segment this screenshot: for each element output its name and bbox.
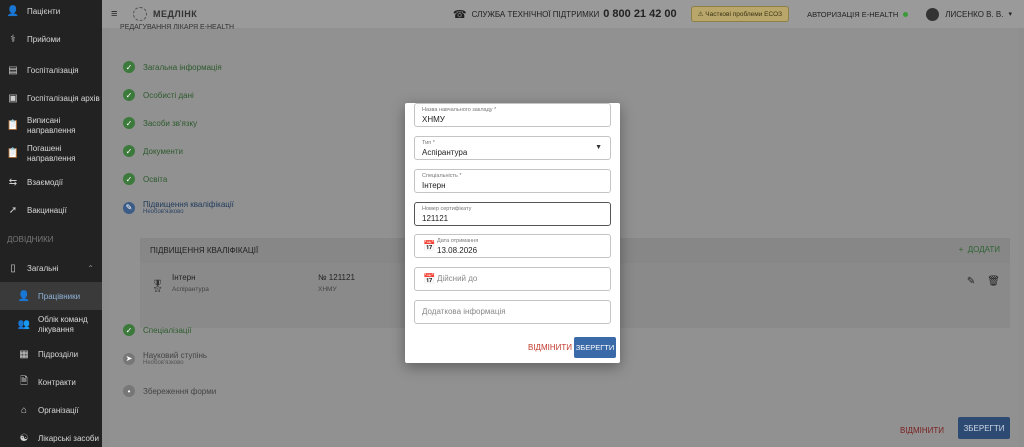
worker-icon: 👤 — [17, 290, 31, 302]
user-icon: 👤 — [6, 5, 20, 17]
save-button[interactable]: ЗБЕРЕГТИ — [958, 417, 1010, 439]
chevron-up-icon: ⌃ — [87, 263, 94, 273]
menu-toggle-icon[interactable]: ≡ — [111, 8, 125, 20]
archive-icon: ▣ — [8, 92, 18, 104]
speciality-field[interactable]: Спеціальність * Інтерн — [414, 169, 611, 193]
calendar-icon: 📅 — [423, 274, 436, 285]
valid-until-field[interactable]: 📅 Дійсний до — [414, 267, 611, 291]
document-icon: 🗎 — [19, 375, 29, 387]
issue-date-field[interactable]: 📅 Дата отримання 13.08.2026 — [414, 234, 611, 258]
team-icon: 👥 — [17, 319, 31, 330]
step-qualification[interactable]: ✎ Підвищення кваліфікації Необов'язково — [123, 200, 234, 215]
delete-icon[interactable]: 🗑 — [987, 276, 1000, 287]
sidebar-item-organizations[interactable]: ⌂ Організації — [0, 396, 102, 424]
sidebar-item-appointments[interactable]: ⚕ Прийоми — [0, 22, 102, 56]
dialog-save-button[interactable]: ЗБЕРЕГТИ — [574, 337, 616, 358]
sidebar-item-hospitalization[interactable]: ▤ Госпіталізація — [0, 56, 102, 84]
pointer-icon: ➤ — [123, 352, 135, 365]
bed-icon: ▤ — [8, 64, 18, 76]
brand-logo[interactable]: МЕДЛІНК — [133, 7, 197, 21]
add-qualification-button[interactable]: + ДОДАТИ — [959, 245, 1000, 254]
medal-icon: 🎖 — [150, 279, 166, 293]
form-actions: ВІДМІНИТИ ЗБЕРЕГТИ — [110, 417, 1018, 447]
institution-field[interactable]: Назва навчального закладу * ХНМУ — [414, 103, 611, 127]
sidebar-section-label: ДОВІДНИКИ — [7, 234, 54, 244]
clipboard-icon: 📋 — [6, 120, 20, 131]
sidebar-item-patients[interactable]: 👤 Пацієнти — [0, 0, 102, 22]
sidebar-item-contracts[interactable]: 🗎 Контракти — [0, 368, 102, 396]
step-education[interactable]: ✓ Освіта — [123, 173, 167, 185]
pills-icon: ☯ — [19, 432, 29, 444]
sidebar-group-general[interactable]: ▯ Загальні ⌃ — [0, 254, 102, 282]
status-badge[interactable]: ⚠ Часткові проблеми ЕСОЗ — [690, 6, 790, 22]
edit-icon[interactable]: ✎ — [967, 276, 975, 287]
plus-icon: + — [958, 245, 964, 254]
step-contacts[interactable]: ✓ Засоби зв'язку — [123, 117, 197, 129]
dialog-cancel-button[interactable]: ВІДМІНИТИ — [528, 343, 572, 352]
step-personal-data[interactable]: ✓ Особисті дані — [123, 89, 194, 101]
sidebar-item-hospitalization-archive[interactable]: ▣ Госпіталізація архів — [0, 84, 102, 112]
check-icon: ✓ — [123, 89, 135, 101]
certificate-number-field[interactable]: Номер сертифікату 121121 — [414, 202, 611, 226]
phone-icon: ☎ — [452, 8, 467, 21]
step-specializations[interactable]: ✓ Спеціалізації — [123, 324, 192, 336]
syringe-icon: ➚ — [8, 204, 18, 216]
check-icon: ✓ — [123, 173, 135, 185]
pending-icon: • — [123, 385, 135, 397]
check-icon: ✓ — [123, 324, 135, 336]
check-icon: ✓ — [123, 61, 135, 73]
avatar — [926, 7, 940, 21]
sidebar-item-departments[interactable]: ▦ Підрозділи — [0, 340, 102, 368]
calendar-icon: 📅 — [423, 241, 436, 252]
sidebar-item-employees[interactable]: 👤 Працівники — [0, 282, 102, 310]
logo-mark-icon — [133, 7, 147, 21]
sidebar-item-redeemed-referrals[interactable]: 📋 Погашені направлення — [0, 140, 102, 168]
support-phone: ☎ СЛУЖБА ТЕХНІЧНОЇ ПІДТРИМКИ 0 800 21 42… — [452, 8, 677, 21]
sidebar: 👤 Пацієнти ⚕ Прийоми ▤ Госпіталізація ▣ … — [0, 0, 102, 447]
sidebar-item-vaccinations[interactable]: ➚ Вакцинації — [0, 196, 102, 224]
ehealth-auth-status[interactable]: АВТОРИЗАЦІЯ E-HEALTH — [807, 10, 909, 19]
sidebar-item-medicines[interactable]: ☯ Лікарські засоби — [0, 424, 102, 447]
warning-icon: ⚠ — [697, 11, 704, 18]
stethoscope-icon: ⚕ — [10, 33, 16, 45]
qualification-dialog: Назва навчального закладу * ХНМУ Тип * А… — [405, 103, 620, 363]
check-icon: ✓ — [123, 145, 135, 157]
phone-icon: ▯ — [10, 262, 16, 274]
type-select[interactable]: Тип * Аспірантура ▼ — [414, 136, 611, 160]
chevron-down-icon: ▾ — [1008, 11, 1012, 18]
dropdown-arrow-icon: ▼ — [595, 144, 602, 151]
topbar: ≡ МЕДЛІНК ☎ СЛУЖБА ТЕХНІЧНОЇ ПІДТРИМКИ 0… — [102, 0, 1024, 28]
edit-icon: ✎ — [123, 201, 135, 214]
step-general-info[interactable]: ✓ Загальна інформація — [123, 61, 222, 73]
step-save-form[interactable]: • Збереження форми — [123, 385, 216, 397]
home-icon: ⌂ — [20, 404, 28, 416]
status-dot-icon — [903, 11, 909, 17]
cancel-button[interactable]: ВІДМІНИТИ — [900, 426, 944, 435]
sidebar-item-treatment-teams[interactable]: 👥 Облік команд лікування — [0, 310, 102, 340]
department-icon: ▦ — [19, 348, 29, 360]
page-title: РЕДАГУВАННЯ ЛІКАРЯ E-HEALTH — [120, 24, 235, 31]
sidebar-item-issued-referrals[interactable]: 📋 Виписані направлення — [0, 112, 102, 140]
step-academic-degree[interactable]: ➤ Науковий ступінь Необов'язково — [123, 351, 207, 366]
step-documents[interactable]: ✓ Документи — [123, 145, 183, 157]
user-menu[interactable]: ЛИСЕНКО В. В. ▾ — [926, 7, 1012, 21]
swap-icon: ⇆ — [8, 176, 18, 188]
clipboard-check-icon: 📋 — [6, 148, 20, 159]
sidebar-item-interactions[interactable]: ⇆ Взаємодії — [0, 168, 102, 196]
check-icon: ✓ — [123, 117, 135, 129]
extra-info-field[interactable]: Додаткова інформація — [414, 300, 611, 324]
